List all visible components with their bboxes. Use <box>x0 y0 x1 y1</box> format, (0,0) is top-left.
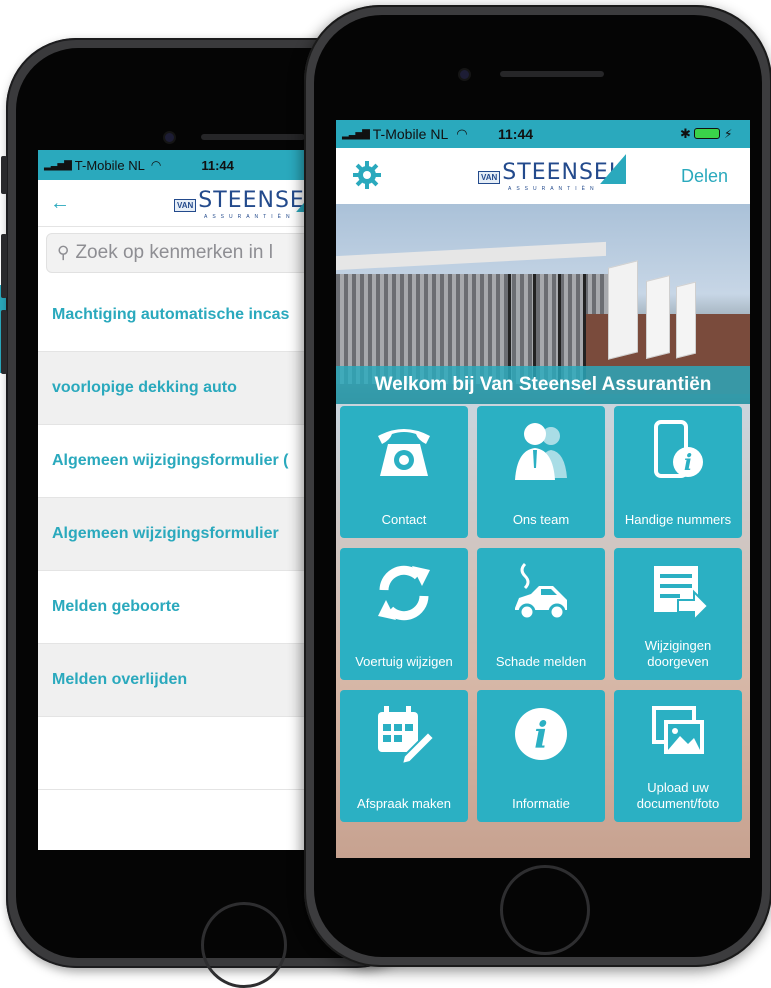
tile-voertuig-wijzigen[interactable]: Voertuig wijzigen <box>340 548 468 680</box>
list-item[interactable]: Algemeen wijzigingsformulier ( <box>38 425 328 498</box>
welcome-banner: Welkom bij Van Steensel Assurantiën <box>336 366 750 404</box>
signal-icon: ▂▃▅▇ <box>342 128 370 140</box>
van-steensel-logo: VAN STEENSEL ASSURANTIËN <box>174 182 323 220</box>
car-damage-icon <box>515 562 567 621</box>
share-button[interactable]: Delen <box>681 166 728 187</box>
signal-icon: ▂▃▅▇ <box>44 159 72 171</box>
search-placeholder: Zoek op kenmerken in l <box>75 242 273 263</box>
back-arrow-icon[interactable]: ← <box>50 192 70 215</box>
status-time: 11:44 <box>498 126 534 142</box>
home-button[interactable] <box>500 865 590 955</box>
tile-ons-team[interactable]: Ons team <box>477 406 605 538</box>
tile-afspraak-maken[interactable]: Afspraak maken <box>340 690 468 822</box>
status-bar: ▂▃▅▇ T-Mobile NL ◠ 11:44 <box>38 150 328 180</box>
gear-icon[interactable] <box>352 160 382 190</box>
status-time: 11:44 <box>201 157 234 173</box>
tile-handige-nummers[interactable]: i Handige nummers <box>614 406 742 538</box>
volume-down-button <box>1 310 7 374</box>
van-steensel-logo: VAN STEENSEL ASSURANTIËN <box>478 154 627 192</box>
tile-informatie[interactable]: i Informatie <box>477 690 605 822</box>
tile-wijzigingen-doorgeven[interactable]: Wijzigingen doorgeven <box>614 548 742 680</box>
bluetooth-icon: ✱ <box>680 126 691 141</box>
image-upload-icon <box>652 706 704 754</box>
refresh-icon <box>378 565 430 621</box>
list-item-empty <box>38 717 328 790</box>
front-camera <box>460 70 469 79</box>
document-forward-icon <box>654 566 708 623</box>
battery-icon <box>694 128 720 139</box>
forms-screen: ▂▃▅▇ T-Mobile NL ◠ 11:44 ← VAN STEENSEL … <box>38 150 328 850</box>
info-icon: i <box>515 708 567 760</box>
list-item[interactable]: Algemeen wijzigingsformulier <box>38 498 328 571</box>
mute-switch <box>1 156 7 194</box>
home-screen: ▂▃▅▇ T-Mobile NL ◠ 11:44 ✱ ⚡ VAN STEENSE… <box>336 120 750 858</box>
charging-icon: ⚡ <box>724 127 733 141</box>
wifi-icon: ◠ <box>456 126 468 141</box>
earpiece <box>201 134 305 140</box>
wifi-icon: ◠ <box>150 158 162 172</box>
calendar-edit-icon <box>378 706 434 766</box>
list-item[interactable]: Melden overlijden <box>38 644 328 717</box>
office-building-photo: Welkom bij Van Steensel Assurantiën <box>336 204 750 404</box>
tile-contact[interactable]: Contact <box>340 406 468 538</box>
earpiece <box>500 71 604 77</box>
forms-list: Machtiging automatische incas voorlopige… <box>38 279 328 790</box>
navigation-bar: ← VAN STEENSEL ASSURANTIËN <box>38 180 328 227</box>
phone-icon <box>378 429 430 476</box>
search-icon: ⚲ <box>57 243 70 262</box>
svg-text:i: i <box>684 450 692 476</box>
list-item[interactable]: Melden geboorte <box>38 571 328 644</box>
search-input[interactable]: ⚲ Zoek op kenmerken in l <box>46 233 320 273</box>
tile-upload-document[interactable]: Upload uw document/foto <box>614 690 742 822</box>
mobile-info-icon: i <box>654 420 703 478</box>
volume-up-button <box>1 234 7 298</box>
team-icon <box>515 423 567 480</box>
home-button[interactable] <box>201 902 287 988</box>
list-item[interactable]: voorlopige dekking auto <box>38 352 328 425</box>
list-item[interactable]: Machtiging automatische incas <box>38 279 328 352</box>
carrier-label: T-Mobile NL <box>74 157 145 173</box>
front-camera <box>165 133 174 142</box>
svg-text:i: i <box>534 715 548 757</box>
navigation-bar: VAN STEENSEL ASSURANTIËN Delen <box>336 148 750 204</box>
status-bar: ▂▃▅▇ T-Mobile NL ◠ 11:44 ✱ ⚡ <box>336 120 750 148</box>
carrier-label: T-Mobile NL <box>372 126 449 142</box>
tile-schade-melden[interactable]: Schade melden <box>477 548 605 680</box>
